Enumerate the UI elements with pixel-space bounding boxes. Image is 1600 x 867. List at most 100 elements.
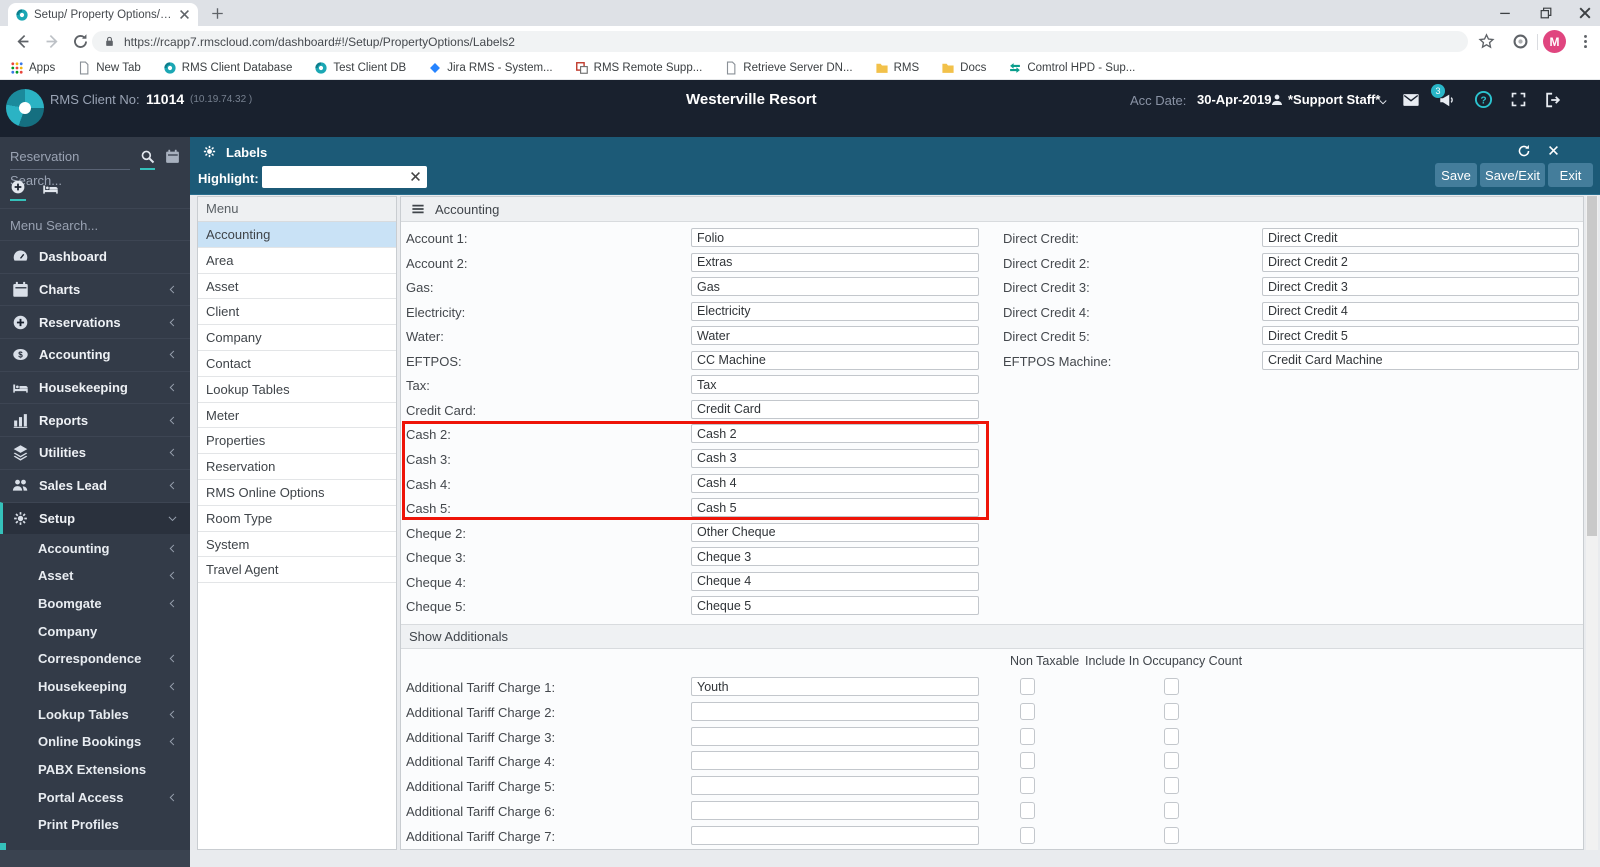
- help-icon[interactable]: ?: [1474, 90, 1493, 109]
- occupancy-checkbox[interactable]: [1164, 752, 1179, 770]
- eftpos-machine-input[interactable]: [1262, 350, 1579, 370]
- highlight-input[interactable]: [266, 167, 405, 187]
- non-taxable-checkbox[interactable]: [1020, 702, 1035, 720]
- vertical-scrollbar[interactable]: [1586, 196, 1598, 850]
- additional-tariff-charge-5-input[interactable]: [691, 776, 979, 796]
- sidebar-item-housekeeping[interactable]: Housekeeping: [0, 370, 190, 404]
- menu-item-accounting[interactable]: Accounting: [198, 222, 396, 248]
- menu-item-travel-agent[interactable]: Travel Agent: [198, 557, 396, 584]
- bookmark-new-tab[interactable]: New Tab: [77, 61, 141, 75]
- window-minimize-icon[interactable]: [1497, 5, 1513, 21]
- additional-tariff-charge-3-input[interactable]: [691, 726, 979, 746]
- credit-card-input[interactable]: [691, 399, 979, 419]
- direct-credit-input[interactable]: [1262, 228, 1579, 247]
- cheque-2-input[interactable]: [691, 522, 979, 542]
- sidebar-item-setup[interactable]: Setup: [0, 501, 190, 535]
- menu-item-room-type[interactable]: Room Type: [198, 506, 396, 532]
- menu-item-company[interactable]: Company: [198, 325, 396, 351]
- menu-item-lookup-tables[interactable]: Lookup Tables: [198, 377, 396, 403]
- bookmark-rms-client-database[interactable]: RMS Client Database: [163, 61, 292, 75]
- sidebar-subitem-pabx-extensions[interactable]: PABX Extensions: [0, 756, 190, 784]
- sidebar-item-utilities[interactable]: Utilities: [0, 436, 190, 469]
- tab-close-icon[interactable]: [178, 8, 191, 21]
- menu-item-reservation[interactable]: Reservation: [198, 454, 396, 480]
- occupancy-checkbox[interactable]: [1164, 678, 1179, 695]
- browser-tab[interactable]: Setup/ Property Options/ Labels2: [8, 3, 198, 26]
- menu-search-input[interactable]: Menu Search...: [10, 212, 180, 240]
- window-restore-icon[interactable]: [1538, 5, 1554, 21]
- cash-4-input[interactable]: [691, 473, 979, 493]
- bookmark-rms[interactable]: RMS: [875, 61, 919, 75]
- menu-item-rms-online-options[interactable]: RMS Online Options: [198, 480, 396, 506]
- save-exit-button[interactable]: Save/Exit: [1480, 163, 1545, 187]
- occupancy-checkbox[interactable]: [1164, 727, 1179, 745]
- reload-icon[interactable]: [72, 33, 89, 50]
- save-button[interactable]: Save: [1435, 163, 1477, 187]
- additional-tariff-charge-4-input[interactable]: [691, 751, 979, 771]
- bookmark-test-client-db[interactable]: Test Client DB: [314, 61, 406, 75]
- tax-input[interactable]: [691, 375, 979, 395]
- sidebar-item-sales-lead[interactable]: Sales Lead: [0, 468, 190, 502]
- occupancy-checkbox[interactable]: [1164, 777, 1179, 795]
- cheque-4-input[interactable]: [691, 571, 979, 591]
- cash-2-input[interactable]: [691, 424, 979, 444]
- menu-item-system[interactable]: System: [198, 532, 396, 558]
- cheque-5-input[interactable]: [691, 596, 979, 616]
- sidebar-subitem-lookup-tables[interactable]: Lookup Tables: [0, 700, 190, 728]
- sidebar-subitem-boomgate[interactable]: Boomgate: [0, 590, 190, 618]
- menu-item-properties[interactable]: Properties: [198, 428, 396, 455]
- non-taxable-checkbox[interactable]: [1020, 752, 1035, 770]
- sidebar-item-charts[interactable]: Charts: [0, 272, 190, 306]
- menu-item-asset[interactable]: Asset: [198, 274, 396, 300]
- new-reservation-icon[interactable]: [10, 179, 26, 201]
- sidebar-item-accounting[interactable]: $ Accounting: [0, 338, 190, 371]
- bookmark-rms-remote-supp[interactable]: RMS Remote Supp...: [575, 61, 702, 75]
- browser-menu-icon[interactable]: [1577, 33, 1594, 50]
- bookmark-comtrol-hpd-sup[interactable]: Comtrol HPD - Sup...: [1008, 61, 1135, 75]
- cash-5-input[interactable]: [691, 498, 979, 518]
- chevron-down-icon[interactable]: [1378, 97, 1388, 107]
- refresh-icon[interactable]: [1517, 144, 1531, 158]
- occupancy-checkbox[interactable]: [1164, 702, 1179, 720]
- cheque-3-input[interactable]: [691, 547, 979, 567]
- url-bar[interactable]: https://rcapp7.rmscloud.com/dashboard#!/…: [92, 31, 1468, 52]
- fullscreen-icon[interactable]: [1510, 91, 1527, 108]
- sidebar-subitem-correspondence[interactable]: Correspondence: [0, 645, 190, 673]
- profile-avatar[interactable]: M: [1543, 30, 1566, 53]
- non-taxable-checkbox[interactable]: [1020, 777, 1035, 795]
- rms-logo[interactable]: [6, 89, 44, 127]
- non-taxable-checkbox[interactable]: [1020, 802, 1035, 819]
- sidebar-subitem-company[interactable]: Company: [0, 617, 190, 645]
- direct-credit-5-input[interactable]: [1262, 326, 1579, 346]
- sidebar-item-dashboard[interactable]: Dashboard: [0, 240, 190, 273]
- sidebar-subitem-housekeeping[interactable]: Housekeeping: [0, 673, 190, 701]
- user-name[interactable]: *Support Staff*: [1288, 92, 1380, 107]
- cash-3-input[interactable]: [691, 448, 979, 468]
- bookmark-jira-rms-system[interactable]: Jira RMS - System...: [428, 61, 553, 75]
- sidebar-subitem-accounting[interactable]: Accounting: [0, 534, 190, 562]
- close-icon[interactable]: [1547, 144, 1560, 157]
- occupancy-checkbox[interactable]: [1164, 826, 1179, 844]
- bed-icon[interactable]: [42, 180, 59, 197]
- non-taxable-checkbox[interactable]: [1020, 826, 1035, 844]
- menu-item-meter[interactable]: Meter: [198, 403, 396, 429]
- new-tab-button[interactable]: [210, 6, 225, 21]
- forward-icon[interactable]: [44, 33, 61, 50]
- extension-icon[interactable]: [1512, 33, 1529, 50]
- sidebar-item-reservations[interactable]: Reservations: [0, 305, 190, 338]
- additional-tariff-charge-7-input[interactable]: [691, 825, 979, 845]
- scrollbar-thumb[interactable]: [1587, 196, 1597, 536]
- additional-tariff-charge-1-input[interactable]: [691, 677, 979, 696]
- sidebar-item-reports[interactable]: Reports: [0, 403, 190, 436]
- direct-credit-2-input[interactable]: [1262, 252, 1579, 272]
- sidebar-subitem-print-profiles[interactable]: Print Profiles: [0, 811, 190, 839]
- messages-icon[interactable]: [1402, 91, 1420, 109]
- reservation-search-input[interactable]: Reservation Search...: [10, 145, 130, 188]
- logout-icon[interactable]: [1544, 91, 1562, 109]
- window-close-icon[interactable]: [1577, 5, 1593, 21]
- calendar-icon[interactable]: [165, 149, 180, 164]
- non-taxable-checkbox[interactable]: [1020, 727, 1035, 745]
- back-icon[interactable]: [14, 33, 31, 50]
- direct-credit-4-input[interactable]: [1262, 301, 1579, 321]
- bookmark-star-icon[interactable]: [1478, 33, 1495, 50]
